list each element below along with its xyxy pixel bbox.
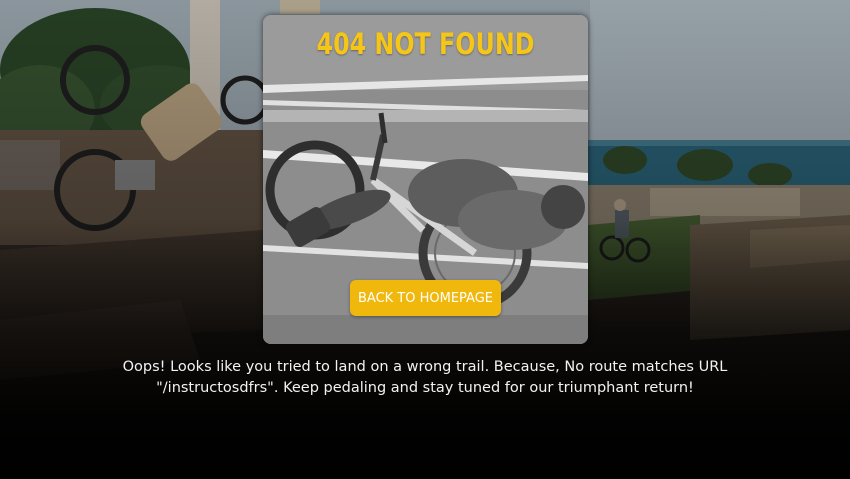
error-message: Oops! Looks like you tried to land on a … bbox=[122, 359, 728, 396]
not-found-page: 404 NOT FOUND BACK TO HOMEPAGE Oops! Loo… bbox=[0, 0, 850, 479]
error-card: 404 NOT FOUND BACK TO HOMEPAGE bbox=[263, 15, 588, 344]
page-title: 404 NOT FOUND bbox=[316, 27, 535, 61]
back-to-homepage-button[interactable]: BACK TO HOMEPAGE bbox=[350, 280, 501, 316]
